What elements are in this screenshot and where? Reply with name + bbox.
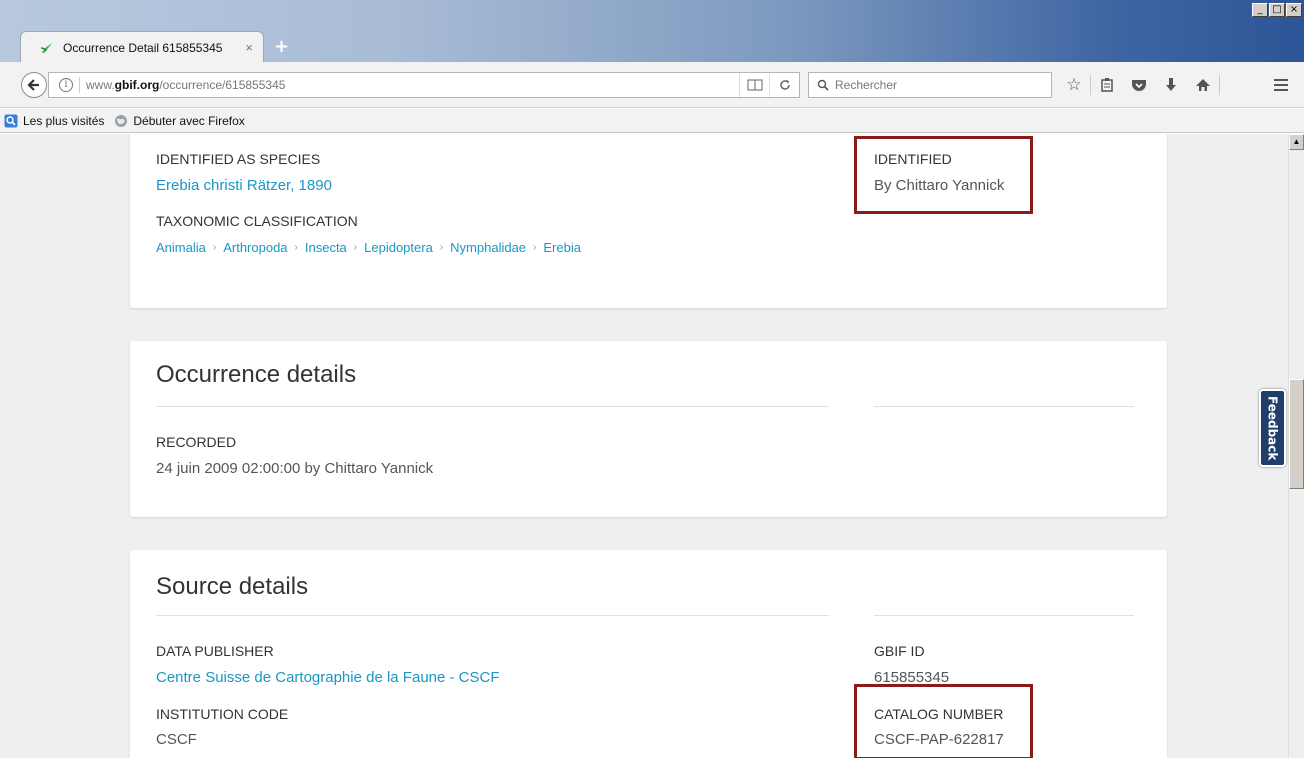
bookmarks-menu-icon[interactable] [1091, 72, 1123, 98]
scrollbar-thumb[interactable] [1289, 379, 1304, 489]
taxonomy-breadcrumb: Animalia › Arthropoda › Insecta › Lepido… [156, 240, 581, 255]
bookmark-most-visited[interactable]: Les plus visités [4, 114, 104, 128]
navigation-toolbar: i www.gbif.org/occurrence/615855345 Rech… [0, 62, 1304, 108]
occurrence-details-card: Occurrence details RECORDED 24 juin 2009… [130, 341, 1167, 517]
chevron-right-icon: › [439, 242, 444, 253]
home-icon[interactable] [1187, 72, 1219, 98]
taxon-genus-link[interactable]: Erebia [543, 240, 581, 255]
chevron-right-icon: › [353, 242, 358, 253]
url-separator [79, 77, 80, 93]
back-arrow-icon [27, 79, 39, 91]
title-divider [156, 406, 829, 407]
close-window-button[interactable]: × [1286, 3, 1302, 17]
data-publisher-link[interactable]: Centre Suisse de Cartographie de la Faun… [156, 669, 500, 686]
catalog-number-value: CSCF-PAP-622817 [874, 731, 1004, 748]
catalog-number-label: CATALOG NUMBER [874, 706, 1004, 722]
downloads-icon[interactable] [1155, 72, 1187, 98]
feedback-button[interactable]: Feedback [1259, 389, 1286, 467]
toolbar-icons: ☆ [1058, 72, 1220, 98]
bookmark-label: Débuter avec Firefox [133, 113, 245, 128]
reader-view-icon[interactable] [739, 73, 769, 97]
site-info-icon[interactable]: i [59, 78, 73, 92]
recorded-value: 24 juin 2009 02:00:00 by Chittaro Yannic… [156, 460, 434, 477]
new-tab-button[interactable]: + [274, 36, 289, 57]
bookmark-star-icon[interactable]: ☆ [1058, 72, 1090, 98]
identification-card: IDENTIFIED AS SPECIES Erebia christi Rät… [130, 134, 1167, 308]
url-actions [739, 73, 799, 97]
browser-titlebar: _ □ × Occurrence Detail 615855345 × + [0, 0, 1304, 63]
window-controls: _ □ × [1251, 3, 1302, 17]
title-divider [156, 615, 829, 616]
page-viewport: IDENTIFIED AS SPECIES Erebia christi Rät… [0, 134, 1288, 758]
gbif-favicon-icon [40, 42, 52, 53]
taxonomic-classification-label: TAXONOMIC CLASSIFICATION [156, 213, 358, 229]
gbif-id-label: GBIF ID [874, 643, 925, 659]
taxon-kingdom-link[interactable]: Animalia [156, 240, 206, 255]
tab-close-icon[interactable]: × [245, 40, 253, 55]
most-visited-icon [4, 114, 18, 127]
identified-by-value: By Chittaro Yannick [874, 177, 1005, 194]
maximize-button[interactable]: □ [1269, 3, 1285, 17]
search-bar[interactable]: Rechercher [808, 72, 1052, 98]
reload-icon[interactable] [769, 73, 799, 97]
source-details-title: Source details [156, 573, 309, 600]
hamburger-menu-icon[interactable] [1268, 72, 1294, 98]
institution-code-value: CSCF [156, 731, 197, 748]
taxon-phylum-link[interactable]: Arthropoda [223, 240, 287, 255]
title-divider [874, 406, 1134, 407]
tab-occurrence-detail[interactable]: Occurrence Detail 615855345 × [20, 31, 264, 63]
search-icon [817, 79, 829, 91]
identified-label: IDENTIFIED [874, 151, 952, 167]
taxon-family-link[interactable]: Nymphalidae [450, 240, 526, 255]
back-button[interactable] [21, 72, 47, 98]
title-divider [874, 615, 1134, 616]
firefox-globe-icon [115, 114, 128, 127]
occurrence-details-title: Occurrence details [156, 361, 357, 388]
pocket-icon[interactable] [1123, 72, 1155, 98]
tab-title: Occurrence Detail 615855345 [63, 40, 223, 55]
institution-code-label: INSTITUTION CODE [156, 706, 289, 722]
taxon-order-link[interactable]: Lepidoptera [364, 240, 433, 255]
url-bar[interactable]: i www.gbif.org/occurrence/615855345 [48, 72, 800, 98]
chevron-right-icon: › [533, 242, 537, 253]
identified-as-species-label: IDENTIFIED AS SPECIES [156, 151, 321, 167]
taxon-class-link[interactable]: Insecta [305, 240, 347, 255]
gbif-id-value: 615855345 [874, 669, 950, 686]
minimize-button[interactable]: _ [1252, 3, 1268, 17]
data-publisher-label: DATA PUBLISHER [156, 643, 274, 659]
feedback-label: Feedback [1265, 395, 1280, 461]
search-placeholder: Rechercher [835, 78, 898, 92]
scroll-up-arrow-icon[interactable]: ▲ [1289, 134, 1304, 150]
chevron-right-icon: › [212, 242, 217, 253]
species-link[interactable]: Erebia christi Rätzer, 1890 [156, 177, 332, 194]
recorded-label: RECORDED [156, 434, 237, 450]
toolbar-separator [1219, 75, 1220, 95]
bookmarks-toolbar: Les plus visités Débuter avec Firefox [0, 109, 1304, 133]
page-scrollbar[interactable]: ▲ [1288, 134, 1304, 758]
source-details-card: Source details DATA PUBLISHER Centre Sui… [130, 550, 1167, 758]
bookmark-label: Les plus visités [23, 113, 105, 128]
chevron-right-icon: › [294, 242, 298, 253]
url-text[interactable]: www.gbif.org/occurrence/615855345 [86, 78, 739, 92]
bookmark-getting-started[interactable]: Débuter avec Firefox [114, 113, 245, 128]
